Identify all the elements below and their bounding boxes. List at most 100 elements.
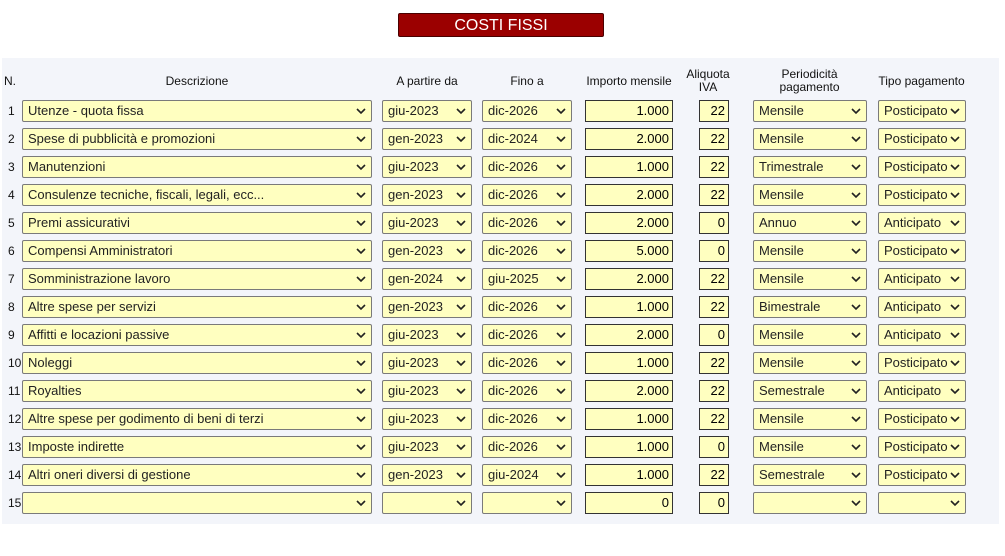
start-date-select[interactable]: giu-2023 [382, 156, 472, 178]
description-select[interactable]: Altri oneri diversi di gestione [22, 464, 372, 486]
payment-type-select[interactable]: Posticipato [878, 240, 966, 262]
payment-type-select[interactable]: Posticipato [878, 184, 966, 206]
description-select[interactable]: Royalties [22, 380, 372, 402]
vat-rate-input[interactable]: 0 [699, 324, 729, 346]
end-date-select[interactable]: giu-2024 [482, 464, 572, 486]
payment-frequency-select[interactable]: Mensile [753, 352, 867, 374]
description-select[interactable]: Compensi Amministratori [22, 240, 372, 262]
payment-frequency-select[interactable]: Mensile [753, 184, 867, 206]
description-select[interactable] [22, 492, 372, 514]
payment-frequency-select[interactable]: Mensile [753, 408, 867, 430]
description-select[interactable]: Somministrazione lavoro [22, 268, 372, 290]
payment-frequency-select[interactable]: Mensile [753, 128, 867, 150]
start-date-select[interactable]: gen-2023 [382, 184, 472, 206]
description-select[interactable]: Altre spese per servizi [22, 296, 372, 318]
start-date-select[interactable]: giu-2023 [382, 324, 472, 346]
vat-rate-input[interactable]: 0 [699, 212, 729, 234]
end-date-select[interactable]: dic-2026 [482, 408, 572, 430]
monthly-amount-input[interactable]: 2.000 [585, 324, 673, 346]
payment-frequency-select[interactable]: Semestrale [753, 464, 867, 486]
description-select[interactable]: Affitti e locazioni passive [22, 324, 372, 346]
vat-rate-input[interactable]: 22 [699, 268, 729, 290]
end-date-select[interactable]: dic-2026 [482, 436, 572, 458]
monthly-amount-input[interactable]: 2.000 [585, 212, 673, 234]
start-date-select[interactable]: giu-2023 [382, 380, 472, 402]
monthly-amount-input[interactable]: 2.000 [585, 184, 673, 206]
end-date-select[interactable] [482, 492, 572, 514]
payment-frequency-select[interactable]: Semestrale [753, 380, 867, 402]
payment-frequency-select[interactable]: Trimestrale [753, 156, 867, 178]
start-date-select[interactable]: giu-2023 [382, 436, 472, 458]
payment-frequency-select[interactable] [753, 492, 867, 514]
monthly-amount-input[interactable]: 0 [585, 492, 673, 514]
payment-frequency-select[interactable]: Mensile [753, 100, 867, 122]
vat-rate-input[interactable]: 0 [699, 436, 729, 458]
monthly-amount-input[interactable]: 2.000 [585, 128, 673, 150]
description-select[interactable]: Manutenzioni [22, 156, 372, 178]
vat-rate-input[interactable]: 22 [699, 464, 729, 486]
vat-rate-input[interactable]: 0 [699, 492, 729, 514]
end-date-select[interactable]: dic-2026 [482, 100, 572, 122]
end-date-select[interactable]: dic-2026 [482, 156, 572, 178]
payment-frequency-select[interactable]: Mensile [753, 436, 867, 458]
vat-rate-input[interactable]: 22 [699, 352, 729, 374]
payment-type-select[interactable] [878, 492, 966, 514]
description-select[interactable]: Altre spese per godimento di beni di ter… [22, 408, 372, 430]
payment-frequency-select[interactable]: Annuo [753, 212, 867, 234]
costi-fissi-title-button[interactable]: COSTI FISSI [398, 13, 604, 37]
end-date-select[interactable]: dic-2024 [482, 128, 572, 150]
payment-type-select[interactable]: Anticipato [878, 324, 966, 346]
start-date-select[interactable]: giu-2023 [382, 100, 472, 122]
description-select[interactable]: Spese di pubblicità e promozioni [22, 128, 372, 150]
monthly-amount-input[interactable]: 2.000 [585, 380, 673, 402]
monthly-amount-input[interactable]: 1.000 [585, 436, 673, 458]
payment-type-select[interactable]: Posticipato [878, 352, 966, 374]
payment-type-select[interactable]: Posticipato [878, 408, 966, 430]
vat-rate-input[interactable]: 22 [699, 408, 729, 430]
payment-type-select[interactable]: Posticipato [878, 100, 966, 122]
description-select[interactable]: Consulenze tecniche, fiscali, legali, ec… [22, 184, 372, 206]
start-date-select[interactable]: gen-2023 [382, 464, 472, 486]
end-date-select[interactable]: giu-2025 [482, 268, 572, 290]
monthly-amount-input[interactable]: 1.000 [585, 296, 673, 318]
vat-rate-input[interactable]: 22 [699, 100, 729, 122]
payment-frequency-select[interactable]: Mensile [753, 324, 867, 346]
start-date-select[interactable]: giu-2023 [382, 352, 472, 374]
end-date-select[interactable]: dic-2026 [482, 296, 572, 318]
payment-type-select[interactable]: Posticipato [878, 156, 966, 178]
end-date-select[interactable]: dic-2026 [482, 240, 572, 262]
description-select[interactable]: Noleggi [22, 352, 372, 374]
start-date-select[interactable]: giu-2023 [382, 212, 472, 234]
end-date-select[interactable]: dic-2026 [482, 184, 572, 206]
payment-frequency-select[interactable]: Mensile [753, 240, 867, 262]
start-date-select[interactable] [382, 492, 472, 514]
vat-rate-input[interactable]: 22 [699, 128, 729, 150]
monthly-amount-input[interactable]: 1.000 [585, 156, 673, 178]
end-date-select[interactable]: dic-2026 [482, 212, 572, 234]
monthly-amount-input[interactable]: 1.000 [585, 352, 673, 374]
monthly-amount-input[interactable]: 5.000 [585, 240, 673, 262]
start-date-select[interactable]: gen-2023 [382, 128, 472, 150]
vat-rate-input[interactable]: 22 [699, 380, 729, 402]
description-select[interactable]: Utenze - quota fissa [22, 100, 372, 122]
end-date-select[interactable]: dic-2026 [482, 324, 572, 346]
start-date-select[interactable]: gen-2024 [382, 268, 472, 290]
payment-type-select[interactable]: Posticipato [878, 436, 966, 458]
payment-frequency-select[interactable]: Mensile [753, 268, 867, 290]
start-date-select[interactable]: giu-2023 [382, 408, 472, 430]
vat-rate-input[interactable]: 22 [699, 296, 729, 318]
vat-rate-input[interactable]: 0 [699, 240, 729, 262]
payment-frequency-select[interactable]: Bimestrale [753, 296, 867, 318]
monthly-amount-input[interactable]: 1.000 [585, 408, 673, 430]
payment-type-select[interactable]: Anticipato [878, 212, 966, 234]
vat-rate-input[interactable]: 22 [699, 184, 729, 206]
start-date-select[interactable]: gen-2023 [382, 296, 472, 318]
start-date-select[interactable]: gen-2023 [382, 240, 472, 262]
monthly-amount-input[interactable]: 1.000 [585, 100, 673, 122]
description-select[interactable]: Imposte indirette [22, 436, 372, 458]
end-date-select[interactable]: dic-2026 [482, 352, 572, 374]
description-select[interactable]: Premi assicurativi [22, 212, 372, 234]
payment-type-select[interactable]: Anticipato [878, 380, 966, 402]
payment-type-select[interactable]: Anticipato [878, 268, 966, 290]
vat-rate-input[interactable]: 22 [699, 156, 729, 178]
